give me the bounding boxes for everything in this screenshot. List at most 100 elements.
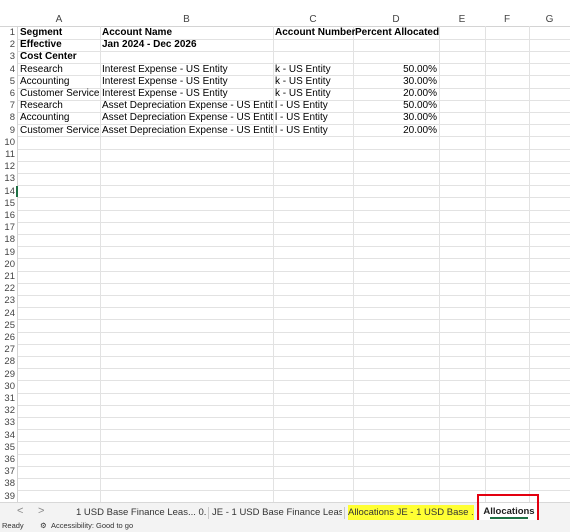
cell-b4[interactable]: Interest Expense - US Entity [100, 64, 273, 76]
sheet-tab-finance-lease[interactable]: 1 USD Base Finance Leas... 0... [76, 505, 206, 521]
cell-a2[interactable]: Effective [18, 39, 100, 51]
row-header[interactable]: 11 [0, 149, 16, 161]
row-header[interactable]: 24 [0, 308, 16, 320]
row-header[interactable]: 7 [0, 100, 16, 112]
cell-b5[interactable]: Interest Expense - US Entity [100, 76, 273, 88]
row-header[interactable]: 4 [0, 64, 16, 76]
row-gridline [18, 209, 570, 211]
row-header[interactable]: 12 [0, 161, 16, 173]
cell-a3[interactable]: Cost Center [18, 51, 100, 63]
cell-a4[interactable]: Research [18, 64, 100, 76]
cell-a7[interactable]: Research [18, 100, 100, 112]
row-header[interactable]: 28 [0, 356, 16, 368]
row-header[interactable]: 20 [0, 259, 16, 271]
tab-divider [344, 507, 345, 519]
row-header[interactable]: 15 [0, 198, 16, 210]
cell-d9[interactable]: 20.00% [353, 125, 439, 137]
row-header[interactable]: 27 [0, 344, 16, 356]
row-gridline [18, 404, 570, 406]
row-header[interactable]: 21 [0, 271, 16, 283]
row-header[interactable]: 38 [0, 478, 16, 490]
column-header-f[interactable]: F [485, 14, 529, 26]
row-header[interactable]: 29 [0, 369, 16, 381]
cell-a8[interactable]: Accounting [18, 112, 100, 124]
row-gridline [18, 343, 570, 345]
row-header[interactable]: 32 [0, 405, 16, 417]
row-header[interactable]: 25 [0, 320, 16, 332]
row-header[interactable]: 37 [0, 466, 16, 478]
cell-c5[interactable]: k - US Entity [273, 76, 353, 88]
cell-c6[interactable]: k - US Entity [273, 88, 353, 100]
cell-b6[interactable]: Interest Expense - US Entity [100, 88, 273, 100]
row-header[interactable]: 33 [0, 417, 16, 429]
spreadsheet-grid[interactable]: A B C D E F G 1 2 3 4 5 6 7 8 9 10 11 12 13 14 15 16 17 1… [0, 0, 570, 502]
cell-a1[interactable]: Segment [18, 27, 100, 39]
row-header[interactable]: 23 [0, 295, 16, 307]
cell-b2[interactable]: Jan 2024 - Dec 2026 [100, 39, 273, 51]
row-header[interactable]: 16 [0, 210, 16, 222]
cell-c4[interactable]: k - US Entity [273, 64, 353, 76]
cell-a5[interactable]: Accounting [18, 76, 100, 88]
row-gridline [18, 477, 570, 479]
accessibility-status[interactable]: Accessibility: Good to go [51, 520, 133, 532]
cell-d8[interactable]: 30.00% [353, 112, 439, 124]
row-gridline [18, 355, 570, 357]
cell-d7[interactable]: 50.00% [353, 100, 439, 112]
row-gridline [18, 282, 570, 284]
row-header[interactable]: 22 [0, 283, 16, 295]
active-row-indicator [16, 185, 18, 197]
prev-sheet-button[interactable]: < [17, 505, 23, 517]
row-header[interactable]: 13 [0, 173, 16, 185]
row-header[interactable]: 39 [0, 491, 16, 502]
cell-a6[interactable]: Customer Service [18, 88, 100, 100]
column-header-d[interactable]: D [353, 14, 439, 26]
cell-c1[interactable]: Account Number [273, 27, 355, 39]
row-header[interactable]: 1 [0, 27, 16, 39]
cell-b9[interactable]: Asset Depreciation Expense - US Entity [100, 125, 273, 137]
cell-d5[interactable]: 30.00% [353, 76, 439, 88]
row-header[interactable]: 10 [0, 137, 16, 149]
column-header-g[interactable]: G [529, 14, 570, 26]
row-header[interactable]: 6 [0, 88, 16, 100]
column-header-a[interactable]: A [18, 14, 100, 26]
row-header[interactable]: 14 [0, 186, 16, 198]
cell-d1[interactable]: Percent Allocated [353, 27, 441, 39]
gridline [485, 26, 486, 502]
row-gridline [18, 294, 570, 296]
cell-d4[interactable]: 50.00% [353, 64, 439, 76]
row-header[interactable]: 35 [0, 442, 16, 454]
cell-c8[interactable]: l - US Entity [273, 112, 353, 124]
row-header[interactable]: 36 [0, 454, 16, 466]
cell-a9[interactable]: Customer Service [18, 125, 100, 137]
sheet-tab-allocations-je[interactable]: Allocations JE - 1 USD Base ... [348, 505, 474, 521]
accessibility-icon[interactable]: ⚙ [40, 520, 47, 532]
row-header[interactable]: 31 [0, 393, 16, 405]
row-gridline [18, 429, 570, 431]
cell-c9[interactable]: l - US Entity [273, 125, 353, 137]
row-header[interactable]: 34 [0, 430, 16, 442]
sheet-tab-je-finance-lease[interactable]: JE - 1 USD Base Finance Leas... [212, 505, 342, 521]
row-gridline [18, 392, 570, 394]
column-header-e[interactable]: E [439, 14, 485, 26]
row-header[interactable]: 17 [0, 222, 16, 234]
cell-c7[interactable]: l - US Entity [273, 100, 353, 112]
row-header[interactable]: 9 [0, 125, 16, 137]
row-header[interactable]: 2 [0, 39, 16, 51]
cell-b1[interactable]: Account Name [100, 27, 273, 39]
row-gridline [18, 148, 570, 150]
row-header[interactable]: 8 [0, 112, 16, 124]
cell-d6[interactable]: 20.00% [353, 88, 439, 100]
row-header[interactable]: 19 [0, 247, 16, 259]
column-header-c[interactable]: C [273, 14, 353, 26]
row-header[interactable]: 18 [0, 234, 16, 246]
row-header[interactable]: 26 [0, 332, 16, 344]
column-header-b[interactable]: B [100, 14, 273, 26]
row-header[interactable]: 3 [0, 51, 16, 63]
row-header[interactable]: 30 [0, 381, 16, 393]
cell-b7[interactable]: Asset Depreciation Expense - US Entity [100, 100, 273, 112]
next-sheet-button[interactable]: > [38, 505, 44, 517]
row-header[interactable]: 5 [0, 76, 16, 88]
row-gridline [18, 307, 570, 309]
highlight-box [477, 494, 539, 522]
cell-b8[interactable]: Asset Depreciation Expense - US Entity [100, 112, 273, 124]
